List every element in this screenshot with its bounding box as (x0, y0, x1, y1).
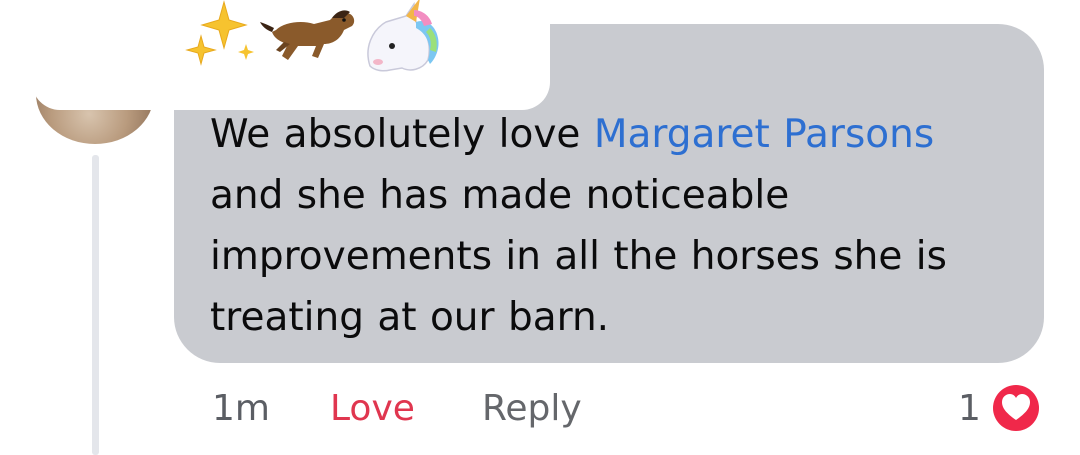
comment-text-part2: and she has made noticeable improvements… (210, 173, 947, 340)
emoji-row (185, 0, 439, 72)
timestamp[interactable]: 1m (212, 386, 270, 432)
mention-link[interactable]: Margaret Parsons (594, 112, 934, 157)
comment-text-part1: We absolutely love (210, 112, 594, 157)
unicorn-icon (367, 0, 439, 72)
reply-thread-line (92, 155, 99, 455)
reaction-count[interactable]: 1 (958, 386, 981, 432)
sparkles-icon (185, 0, 254, 66)
horse-icon (260, 10, 355, 60)
love-button[interactable]: Love (330, 386, 415, 432)
heart-reaction-icon[interactable] (988, 380, 1044, 436)
comment-text: We absolutely love Margaret Parsons and … (210, 104, 1000, 348)
reply-button[interactable]: Reply (482, 386, 582, 432)
